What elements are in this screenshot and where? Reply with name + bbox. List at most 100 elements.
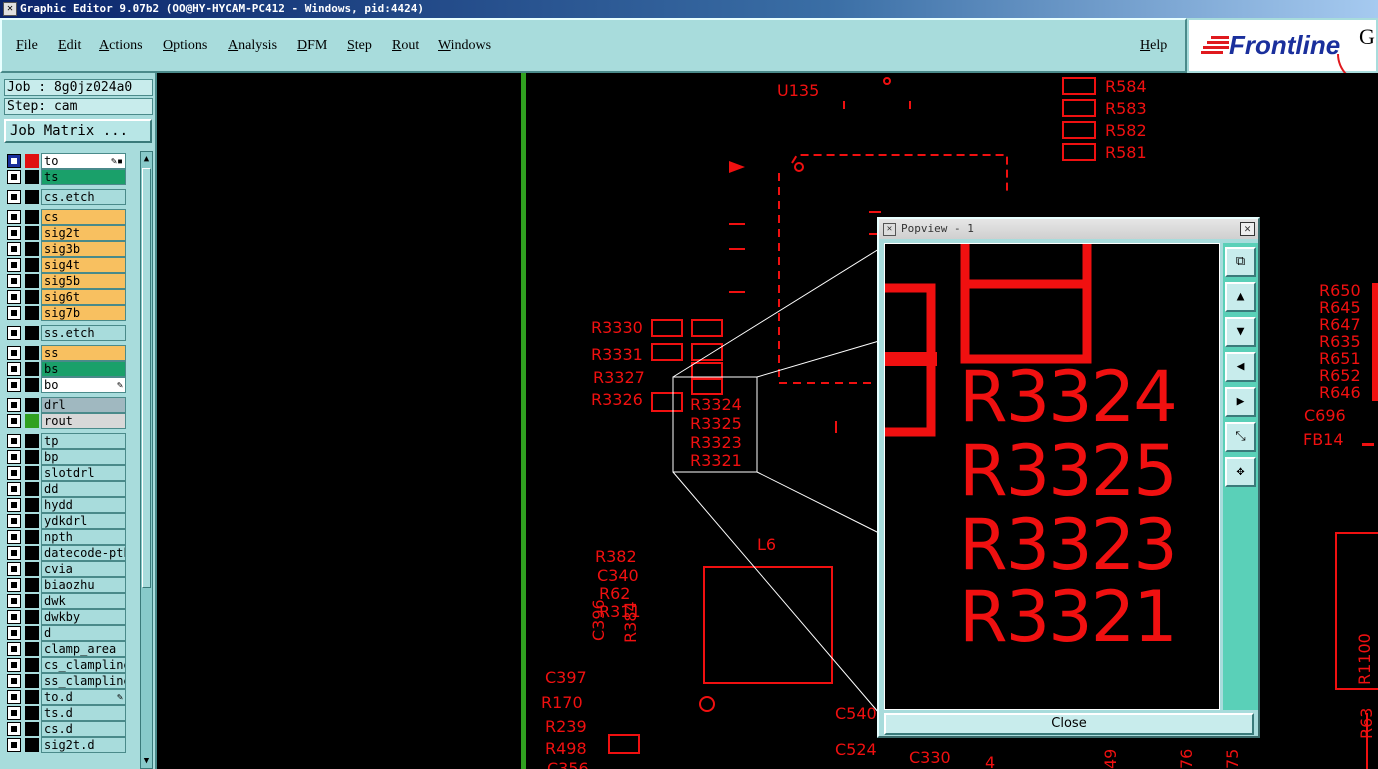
layer-checkbox[interactable] — [7, 642, 21, 656]
layer-checkbox[interactable] — [7, 594, 21, 608]
layer-row[interactable]: npth — [4, 529, 138, 545]
layer-checkbox[interactable] — [7, 706, 21, 720]
layer-checkbox[interactable] — [7, 722, 21, 736]
layer-color-swatch[interactable] — [25, 290, 39, 304]
menu-dfm[interactable]: DFM — [297, 38, 327, 54]
layer-name[interactable]: cvia — [41, 561, 126, 577]
layer-checkbox[interactable] — [7, 562, 21, 576]
layer-name[interactable]: sig5b — [41, 273, 126, 289]
layer-name[interactable]: dwkby — [41, 609, 126, 625]
menu-rout[interactable]: Rout — [392, 38, 419, 54]
layer-row[interactable]: ss — [4, 345, 138, 361]
layer-row[interactable]: sig7b — [4, 305, 138, 321]
layer-checkbox[interactable] — [7, 498, 21, 512]
layer-row[interactable]: cs.d — [4, 721, 138, 737]
menu-windows[interactable]: Windows — [438, 38, 491, 54]
layer-name[interactable]: tp — [41, 433, 126, 449]
layer-checkbox[interactable] — [7, 546, 21, 560]
layer-checkbox[interactable] — [7, 290, 21, 304]
layer-checkbox[interactable] — [7, 434, 21, 448]
pan-right-icon[interactable]: ▶ — [1225, 387, 1256, 417]
layer-name[interactable]: cs.d — [41, 721, 126, 737]
layer-row[interactable]: bo ✎ — [4, 377, 138, 393]
layer-color-swatch[interactable] — [25, 722, 39, 736]
layer-name[interactable]: ss — [41, 345, 126, 361]
layer-row[interactable]: ts — [4, 169, 138, 185]
layer-checkbox[interactable] — [7, 738, 21, 752]
layer-row[interactable]: ts.d — [4, 705, 138, 721]
layer-checkbox[interactable] — [7, 170, 21, 184]
layer-checkbox[interactable] — [7, 626, 21, 640]
layer-row[interactable]: ydkdrl — [4, 513, 138, 529]
pan-down-icon[interactable]: ▼ — [1225, 317, 1256, 347]
layer-row[interactable]: sig2t — [4, 225, 138, 241]
layer-row[interactable]: cvia — [4, 561, 138, 577]
layer-color-swatch[interactable] — [25, 378, 39, 392]
menu-actions[interactable]: Actions — [99, 38, 143, 54]
layer-checkbox[interactable] — [7, 326, 21, 340]
layer-name[interactable]: cs_clampline — [41, 657, 126, 673]
layer-color-swatch[interactable] — [25, 362, 39, 376]
layer-row[interactable]: tp — [4, 433, 138, 449]
layer-checkbox[interactable] — [7, 610, 21, 624]
menu-edit[interactable]: Edit — [58, 38, 81, 54]
layer-name[interactable]: datecode-pth — [41, 545, 126, 561]
layer-row[interactable]: to ✎▪ — [4, 153, 138, 169]
menu-analysis[interactable]: Analysis — [228, 38, 277, 54]
pan-left-icon[interactable]: ◀ — [1225, 352, 1256, 382]
layer-name[interactable]: to.d ✎ — [41, 689, 126, 705]
layer-color-swatch[interactable] — [25, 398, 39, 412]
layer-name[interactable]: sig2t.d — [41, 737, 126, 753]
layer-row[interactable]: sig6t — [4, 289, 138, 305]
popview-canvas[interactable]: R3324 R3325 R3323 R3321 — [884, 243, 1220, 710]
layer-name[interactable]: slotdrl — [41, 465, 126, 481]
layer-color-swatch[interactable] — [25, 226, 39, 240]
layer-row[interactable]: ss.etch — [4, 325, 138, 341]
layer-row[interactable]: sig2t.d — [4, 737, 138, 753]
layer-row[interactable]: hydd — [4, 497, 138, 513]
layer-checkbox[interactable] — [7, 674, 21, 688]
layer-checkbox[interactable] — [7, 274, 21, 288]
layer-color-swatch[interactable] — [25, 450, 39, 464]
layer-name[interactable]: dd — [41, 481, 126, 497]
layer-checkbox[interactable] — [7, 466, 21, 480]
layer-name[interactable]: clamp_area — [41, 641, 126, 657]
layer-row[interactable]: cs — [4, 209, 138, 225]
layer-checkbox[interactable] — [7, 154, 21, 168]
layer-row[interactable]: slotdrl — [4, 465, 138, 481]
layer-name[interactable]: to ✎▪ — [41, 153, 126, 169]
layer-checkbox[interactable] — [7, 210, 21, 224]
layer-name[interactable]: cs.etch — [41, 189, 126, 205]
layer-checkbox[interactable] — [7, 414, 21, 428]
layer-name[interactable]: npth — [41, 529, 126, 545]
zoom-window-icon[interactable]: ⧉ — [1225, 247, 1256, 277]
layer-name[interactable]: sig6t — [41, 289, 126, 305]
layer-row[interactable]: biaozhu — [4, 577, 138, 593]
layer-color-swatch[interactable] — [25, 562, 39, 576]
layer-row[interactable]: bs — [4, 361, 138, 377]
layer-color-swatch[interactable] — [25, 706, 39, 720]
layer-color-swatch[interactable] — [25, 242, 39, 256]
layer-name[interactable]: hydd — [41, 497, 126, 513]
layer-name[interactable]: ydkdrl — [41, 513, 126, 529]
layer-row[interactable]: cs_clampline — [4, 657, 138, 673]
layer-color-swatch[interactable] — [25, 258, 39, 272]
layer-row[interactable]: dwk — [4, 593, 138, 609]
menu-step[interactable]: Step — [347, 38, 372, 54]
layer-name[interactable]: bo ✎ — [41, 377, 126, 393]
layer-name[interactable]: sig7b — [41, 305, 126, 321]
layer-color-swatch[interactable] — [25, 154, 39, 168]
layer-color-swatch[interactable] — [25, 326, 39, 340]
layer-name[interactable]: biaozhu — [41, 577, 126, 593]
layer-row[interactable]: d — [4, 625, 138, 641]
layer-color-swatch[interactable] — [25, 190, 39, 204]
layer-row[interactable]: drl — [4, 397, 138, 413]
scroll-down-icon[interactable]: ▼ — [141, 754, 152, 768]
layer-checkbox[interactable] — [7, 514, 21, 528]
layer-name[interactable]: d — [41, 625, 126, 641]
layer-color-swatch[interactable] — [25, 530, 39, 544]
layer-row[interactable]: sig3b — [4, 241, 138, 257]
layer-row[interactable]: rout — [4, 413, 138, 429]
layer-row[interactable]: sig5b — [4, 273, 138, 289]
layer-name[interactable]: drl — [41, 397, 126, 413]
